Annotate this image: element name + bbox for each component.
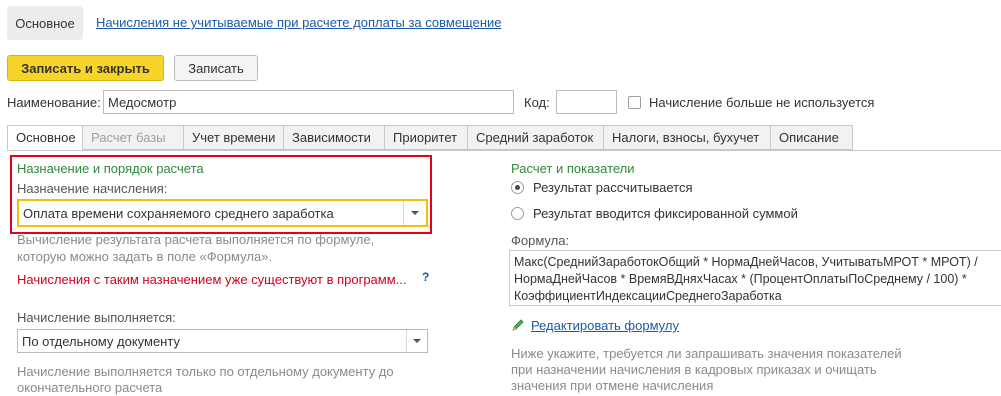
formula-line1: Макс(СреднийЗаработокОбщий * НормаДнейЧа… <box>514 255 978 269</box>
nav-tab-main[interactable]: Основное <box>7 6 83 40</box>
save-button[interactable]: Записать <box>174 55 258 81</box>
tab-bar: Основное Расчет базы Учет времени Зависи… <box>7 125 853 151</box>
code-label: Код: <box>524 95 550 110</box>
name-input[interactable] <box>103 90 514 114</box>
code-input[interactable] <box>556 90 617 114</box>
help-icon[interactable]: ? <box>422 270 429 284</box>
formula-line2: НормаДнейЧасов * ВремяВДняхЧасах * (Проц… <box>514 272 967 286</box>
tab-base-calc[interactable]: Расчет базы <box>83 125 184 150</box>
pencil-icon[interactable] <box>511 318 525 335</box>
not-used-label: Начисление больше не используется <box>649 95 875 110</box>
execution-select-value: По отдельному документу <box>22 333 180 349</box>
chevron-down-icon[interactable] <box>406 330 427 352</box>
purpose-label: Назначение начисления: <box>17 181 168 196</box>
formula-line3: КоэффициентИндексацииСреднегоЗаработка <box>514 289 782 303</box>
formula-label: Формула: <box>511 233 570 248</box>
tab-description[interactable]: Описание <box>771 125 853 150</box>
tab-main[interactable]: Основное <box>7 125 83 150</box>
radio-calculated[interactable] <box>511 181 524 194</box>
indicators-hint-line3: значения при отмене начисления <box>511 378 714 393</box>
execution-hint-line1: Начисление выполняется только по отдельн… <box>17 364 394 379</box>
formula-field[interactable]: Макс(СреднийЗаработокОбщий * НормаДнейЧа… <box>509 250 1001 306</box>
purpose-select-value: Оплата времени сохраняемого среднего зар… <box>23 205 334 221</box>
indicators-hint-line2: при назначении начисления в кадровых при… <box>511 362 877 377</box>
execution-select[interactable]: По отдельному документу <box>17 329 428 353</box>
tab-dependencies[interactable]: Зависимости <box>284 125 385 150</box>
tabs-divider <box>7 150 1001 151</box>
not-used-checkbox[interactable] <box>628 96 641 109</box>
save-and-close-button[interactable]: Записать и закрыть <box>7 55 164 81</box>
tab-average-earnings[interactable]: Средний заработок <box>468 125 604 150</box>
chevron-down-icon[interactable] <box>403 201 426 225</box>
tab-priority[interactable]: Приоритет <box>385 125 468 150</box>
edit-formula-link[interactable]: Редактировать формулу <box>531 318 679 333</box>
nav-link-excluded-accruals[interactable]: Начисления не учитываемые при расчете до… <box>96 15 502 30</box>
tab-taxes[interactable]: Налоги, взносы, бухучет <box>604 125 771 150</box>
duplicate-warning: Начисления с таким назначением уже сущес… <box>17 272 407 287</box>
tab-time-accounting[interactable]: Учет времени <box>184 125 284 150</box>
radio-fixed-sum-label: Результат вводится фиксированной суммой <box>533 206 798 221</box>
indicators-hint-line1: Ниже укажите, требуется ли запрашивать з… <box>511 346 902 361</box>
execution-hint-line2: окончательного расчета <box>17 380 163 395</box>
radio-calculated-label: Результат рассчитывается <box>533 180 693 195</box>
calc-section-title: Расчет и показатели <box>511 161 635 176</box>
formula-hint-line2: которую можно задать в поле «Формула». <box>17 249 273 264</box>
purpose-select[interactable]: Оплата времени сохраняемого среднего зар… <box>17 199 428 227</box>
name-label: Наименование: <box>7 95 101 110</box>
execution-label: Начисление выполняется: <box>17 310 176 325</box>
formula-hint-line1: Вычисление результата расчета выполняетс… <box>17 232 375 247</box>
radio-fixed-sum[interactable] <box>511 207 524 220</box>
purpose-section-title: Назначение и порядок расчета <box>17 161 204 176</box>
